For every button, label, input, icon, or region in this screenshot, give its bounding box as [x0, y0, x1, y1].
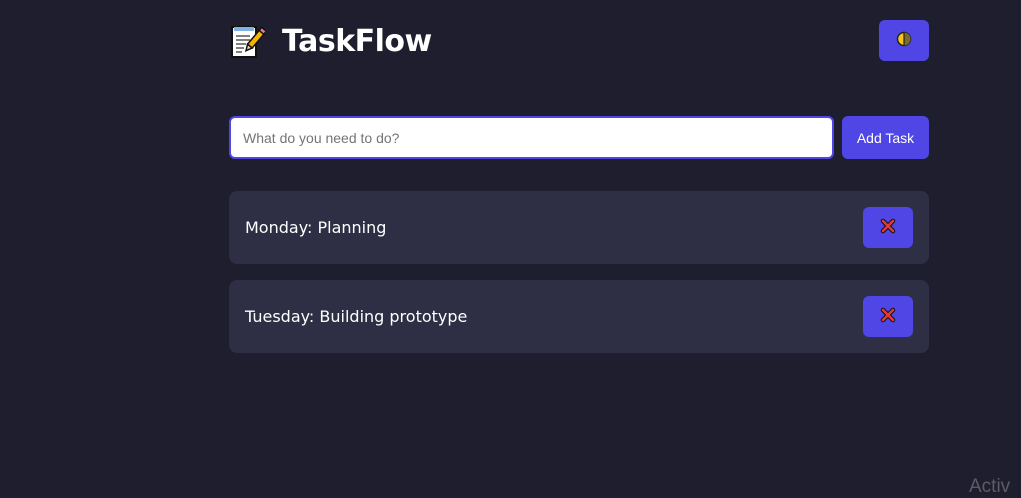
add-task-form: Add Task — [229, 116, 929, 159]
task-item: Monday: Planning — [229, 191, 929, 264]
add-task-button[interactable]: Add Task — [842, 116, 929, 159]
task-input[interactable] — [229, 116, 834, 159]
close-x-icon — [880, 218, 896, 237]
delete-task-button[interactable] — [863, 296, 913, 337]
task-item: Tuesday: Building prototype — [229, 280, 929, 353]
delete-task-button[interactable] — [863, 207, 913, 248]
header: TaskFlow — [229, 0, 929, 84]
task-text: Tuesday: Building prototype — [245, 307, 468, 326]
half-moon-icon — [896, 31, 912, 50]
task-list: Monday: Planning Tuesday: Building proto… — [229, 191, 929, 369]
memo-pencil-icon — [231, 24, 268, 60]
theme-toggle-button[interactable] — [879, 20, 929, 61]
os-activation-watermark: Activ — [969, 476, 1011, 497]
app-title: TaskFlow — [282, 24, 432, 59]
task-text: Monday: Planning — [245, 218, 387, 237]
close-x-icon — [880, 307, 896, 326]
app-container: TaskFlow Add Task Monday: Planning — [229, 0, 929, 353]
